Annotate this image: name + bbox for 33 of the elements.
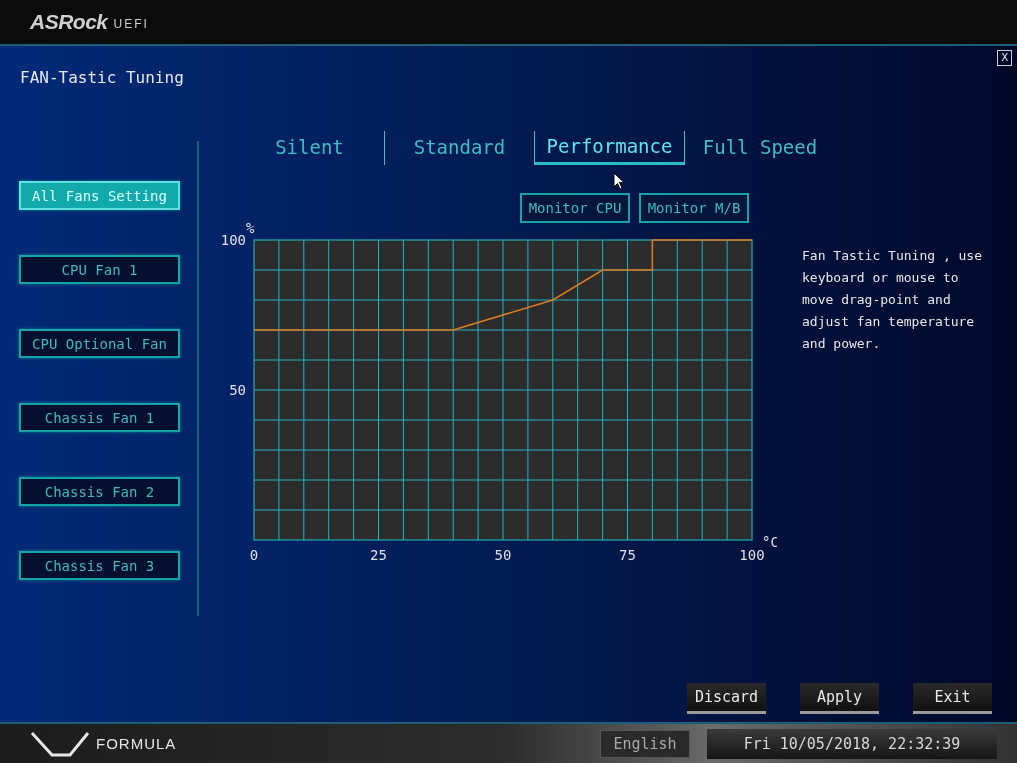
formula-logo: FORMULA [96,735,177,752]
close-button[interactable]: X [997,50,1012,66]
mode-tab[interactable]: Full Speed [685,131,835,165]
monitor-button[interactable]: Monitor M/B [639,193,749,223]
mode-tab[interactable]: Standard [385,131,535,165]
fan-select-button[interactable]: CPU Optional Fan [19,329,180,358]
description-text: Fan Tastic Tuning , use keyboard or mouse to move drag-point and adjust fan temperature and power. [802,247,983,353]
brand-logo: ASRock [30,10,108,34]
fan-select-button[interactable]: CPU Fan 1 [19,255,180,284]
action-button[interactable]: Discard [687,683,766,714]
action-button[interactable]: Exit [913,683,992,714]
action-button[interactable]: Apply [800,683,879,714]
fan-curve-line[interactable] [253,239,753,331]
language-button[interactable]: English [600,729,690,758]
x-tick-label: 100 [739,547,765,563]
monitor-button[interactable]: Monitor CPU [520,193,630,223]
mode-tab[interactable]: Silent [235,131,385,165]
y-tick-label: 100 [220,232,246,248]
fan-select-button[interactable]: Chassis Fan 3 [19,551,180,580]
x-tick-label: 50 [494,547,512,563]
y-axis-unit: % [246,221,255,236]
x-tick-label: 25 [370,547,387,563]
x-tick-label: 75 [619,547,636,563]
page-title: FAN-Tastic Tuning [20,68,184,87]
fan-select-button[interactable]: Chassis Fan 2 [19,477,180,506]
x-axis-unit: °C [762,534,777,550]
product-label: UEFI [113,17,149,31]
fan-select-button[interactable]: Chassis Fan 1 [19,403,180,432]
date-time-display: Fri 10/05/2018, 22:32:39 [707,728,997,759]
x-tick-label: 0 [249,547,259,563]
mouse-pointer-icon [613,172,625,190]
y-tick-label: 50 [229,382,246,398]
mode-tab[interactable]: Performance [535,131,685,165]
